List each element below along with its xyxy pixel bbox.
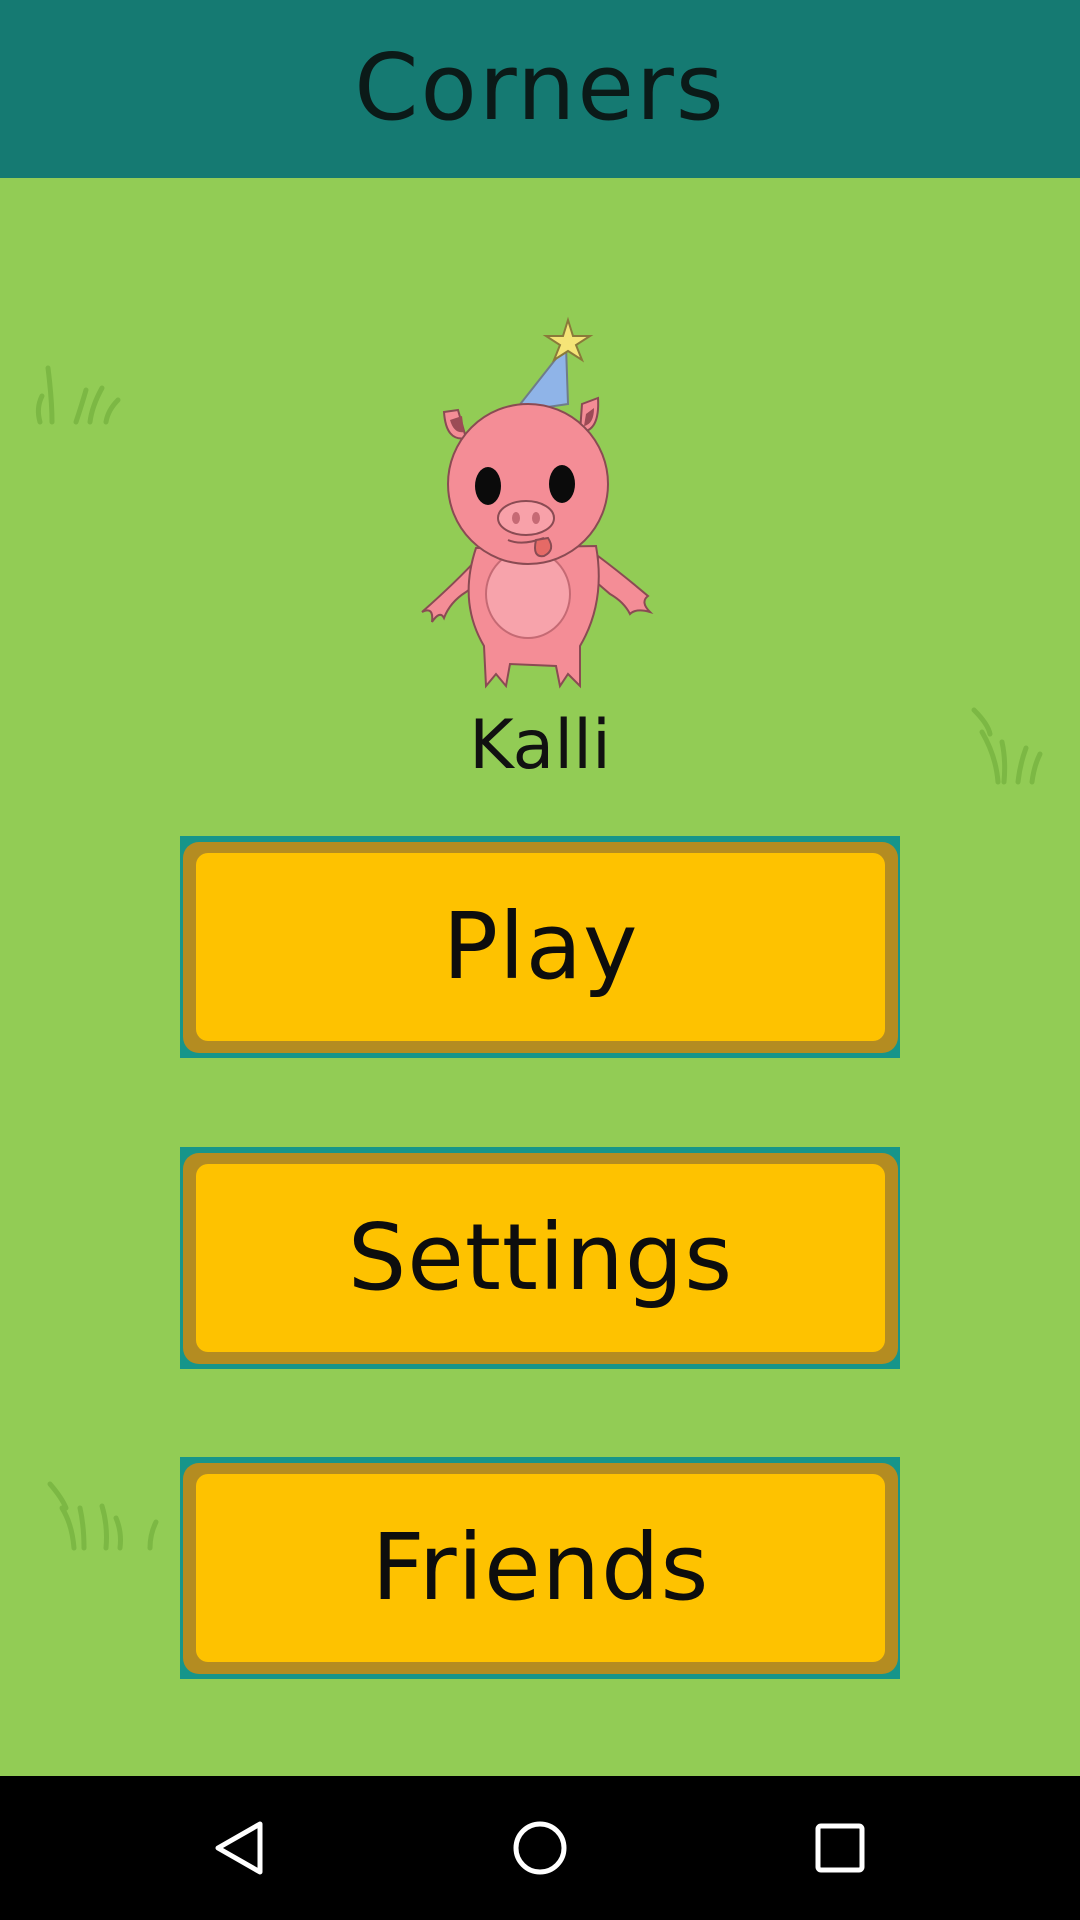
recents-square-icon <box>815 1823 865 1873</box>
friends-button-face: Friends <box>196 1474 885 1662</box>
recents-button[interactable] <box>790 1798 890 1898</box>
settings-button-label: Settings <box>347 1204 734 1311</box>
friends-button[interactable]: Friends <box>180 1457 900 1679</box>
home-circle-icon <box>513 1821 567 1875</box>
player-name: Kalli <box>469 706 611 785</box>
settings-button-face: Settings <box>196 1164 885 1352</box>
play-button[interactable]: Play <box>180 836 900 1058</box>
app-title: Corners <box>354 34 726 141</box>
title-bar: Corners <box>0 0 1080 178</box>
play-button-label: Play <box>442 893 639 1000</box>
friends-button-label: Friends <box>371 1514 710 1621</box>
grass-tuft-icon <box>47 1481 159 1551</box>
play-button-face: Play <box>196 853 885 1041</box>
system-navigation-bar <box>0 1776 1080 1920</box>
home-button[interactable] <box>490 1798 590 1898</box>
settings-button[interactable]: Settings <box>180 1147 900 1369</box>
main-menu-screen: Corners Kalli Play Settings Friends <box>0 0 1080 1920</box>
back-triangle-icon <box>215 1821 263 1875</box>
settings-button-frame: Settings <box>183 1153 898 1364</box>
friends-button-frame: Friends <box>183 1463 898 1674</box>
pig-party-hat-icon <box>421 316 654 689</box>
back-button[interactable] <box>190 1798 290 1898</box>
grass-tuft-icon <box>35 365 121 425</box>
play-button-frame: Play <box>183 842 898 1053</box>
